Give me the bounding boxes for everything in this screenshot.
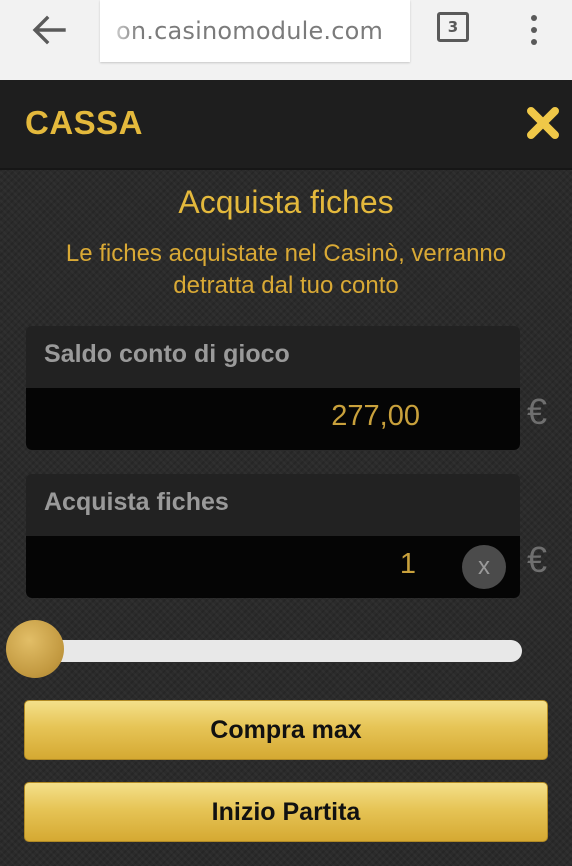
browser-toolbar: on.casinomodule.com 3 [0, 0, 572, 81]
balance-value-box: 277,00 [26, 388, 520, 450]
url-text: on.casinomodule.com [116, 17, 384, 45]
purchase-euro-symbol: € [527, 539, 548, 580]
balance-euro-symbol: € [527, 391, 548, 432]
balance-value: 277,00 [331, 400, 420, 432]
cashier-panel: CASSA Acquista fiches Le fiches acquista… [0, 80, 572, 866]
url-bar[interactable]: on.casinomodule.com [100, 0, 410, 62]
purchase-card: Acquista fiches 1 x [26, 474, 520, 598]
cashier-title: CASSA [25, 104, 144, 141]
start-game-button[interactable]: Inizio Partita [24, 782, 548, 842]
amount-slider-knob[interactable] [6, 620, 64, 678]
tab-count: 3 [447, 18, 459, 36]
section-title: Acquista fiches [178, 184, 394, 220]
tabs-icon[interactable]: 3 [437, 12, 469, 42]
amount-slider-track[interactable] [24, 640, 522, 662]
url-fade-right [380, 0, 410, 62]
back-arrow-icon[interactable] [22, 10, 76, 50]
more-vert-icon[interactable] [522, 10, 546, 50]
cashier-header: CASSA [0, 80, 572, 170]
close-x-icon[interactable] [524, 104, 562, 142]
purchase-label: Acquista fiches [44, 488, 229, 516]
clear-button[interactable]: x [462, 545, 506, 589]
url-fade-left [100, 0, 140, 62]
purchase-value: 1 [399, 548, 416, 580]
balance-label: Saldo conto di gioco [44, 340, 290, 368]
section-description: Le fiches acquistate nel Casinò, verrann… [65, 240, 507, 299]
buy-max-button[interactable]: Compra max [24, 700, 548, 760]
balance-card: Saldo conto di gioco 277,00 [26, 326, 520, 450]
purchase-input[interactable]: 1 x [26, 536, 520, 598]
